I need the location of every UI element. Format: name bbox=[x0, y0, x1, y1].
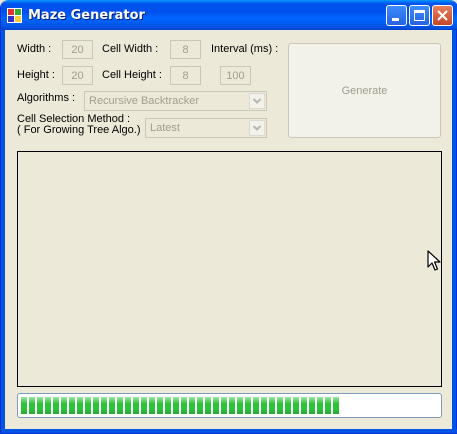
algorithms-label: Algorithms : bbox=[17, 92, 76, 104]
chevron-down-icon bbox=[252, 125, 262, 131]
chevron-down-icon bbox=[252, 98, 262, 104]
cell-selection-select[interactable]: Latest bbox=[145, 118, 267, 138]
window-border-bottom bbox=[1, 429, 457, 433]
cell-selection-dropdown-button[interactable] bbox=[249, 120, 265, 136]
progress-bar bbox=[17, 393, 442, 418]
window-border-left bbox=[1, 30, 5, 430]
width-label: Width : bbox=[17, 43, 52, 55]
width-field[interactable] bbox=[62, 40, 93, 59]
algorithm-select[interactable]: Recursive Backtracker bbox=[84, 91, 267, 111]
generate-button[interactable]: Generate bbox=[288, 43, 441, 138]
maze-canvas[interactable] bbox=[17, 151, 442, 387]
title-bar[interactable]: Maze Generator bbox=[1, 0, 457, 30]
main-window: Maze Generator Width : Cell Width : Inte… bbox=[0, 0, 457, 434]
cell-width-field[interactable] bbox=[170, 40, 201, 59]
cell-height-label: Cell Height : bbox=[102, 69, 162, 81]
close-icon bbox=[437, 10, 448, 21]
window-title: Maze Generator bbox=[28, 8, 145, 23]
algorithm-dropdown-button[interactable] bbox=[249, 93, 265, 109]
minimize-button[interactable] bbox=[386, 5, 407, 26]
cell-selection-note: ( For Growing Tree Algo.) bbox=[17, 124, 141, 136]
height-field[interactable] bbox=[62, 66, 93, 85]
generate-button-label: Generate bbox=[341, 84, 388, 97]
cell-height-field[interactable] bbox=[170, 66, 201, 85]
interval-label: Interval (ms) : bbox=[211, 43, 279, 55]
interval-field[interactable] bbox=[220, 66, 251, 85]
maximize-icon bbox=[414, 10, 425, 21]
cell-width-label: Cell Width : bbox=[102, 43, 159, 55]
algorithm-select-value: Recursive Backtracker bbox=[89, 95, 200, 107]
window-border-right bbox=[452, 30, 456, 430]
cell-selection-value: Latest bbox=[150, 122, 180, 134]
mouse-pointer-icon bbox=[427, 250, 441, 271]
minimize-icon bbox=[392, 18, 399, 21]
maximize-button[interactable] bbox=[409, 5, 430, 26]
height-label: Height : bbox=[17, 69, 55, 81]
progress-fill bbox=[21, 397, 339, 414]
maze-app-icon bbox=[7, 8, 22, 23]
close-button[interactable] bbox=[432, 5, 453, 26]
